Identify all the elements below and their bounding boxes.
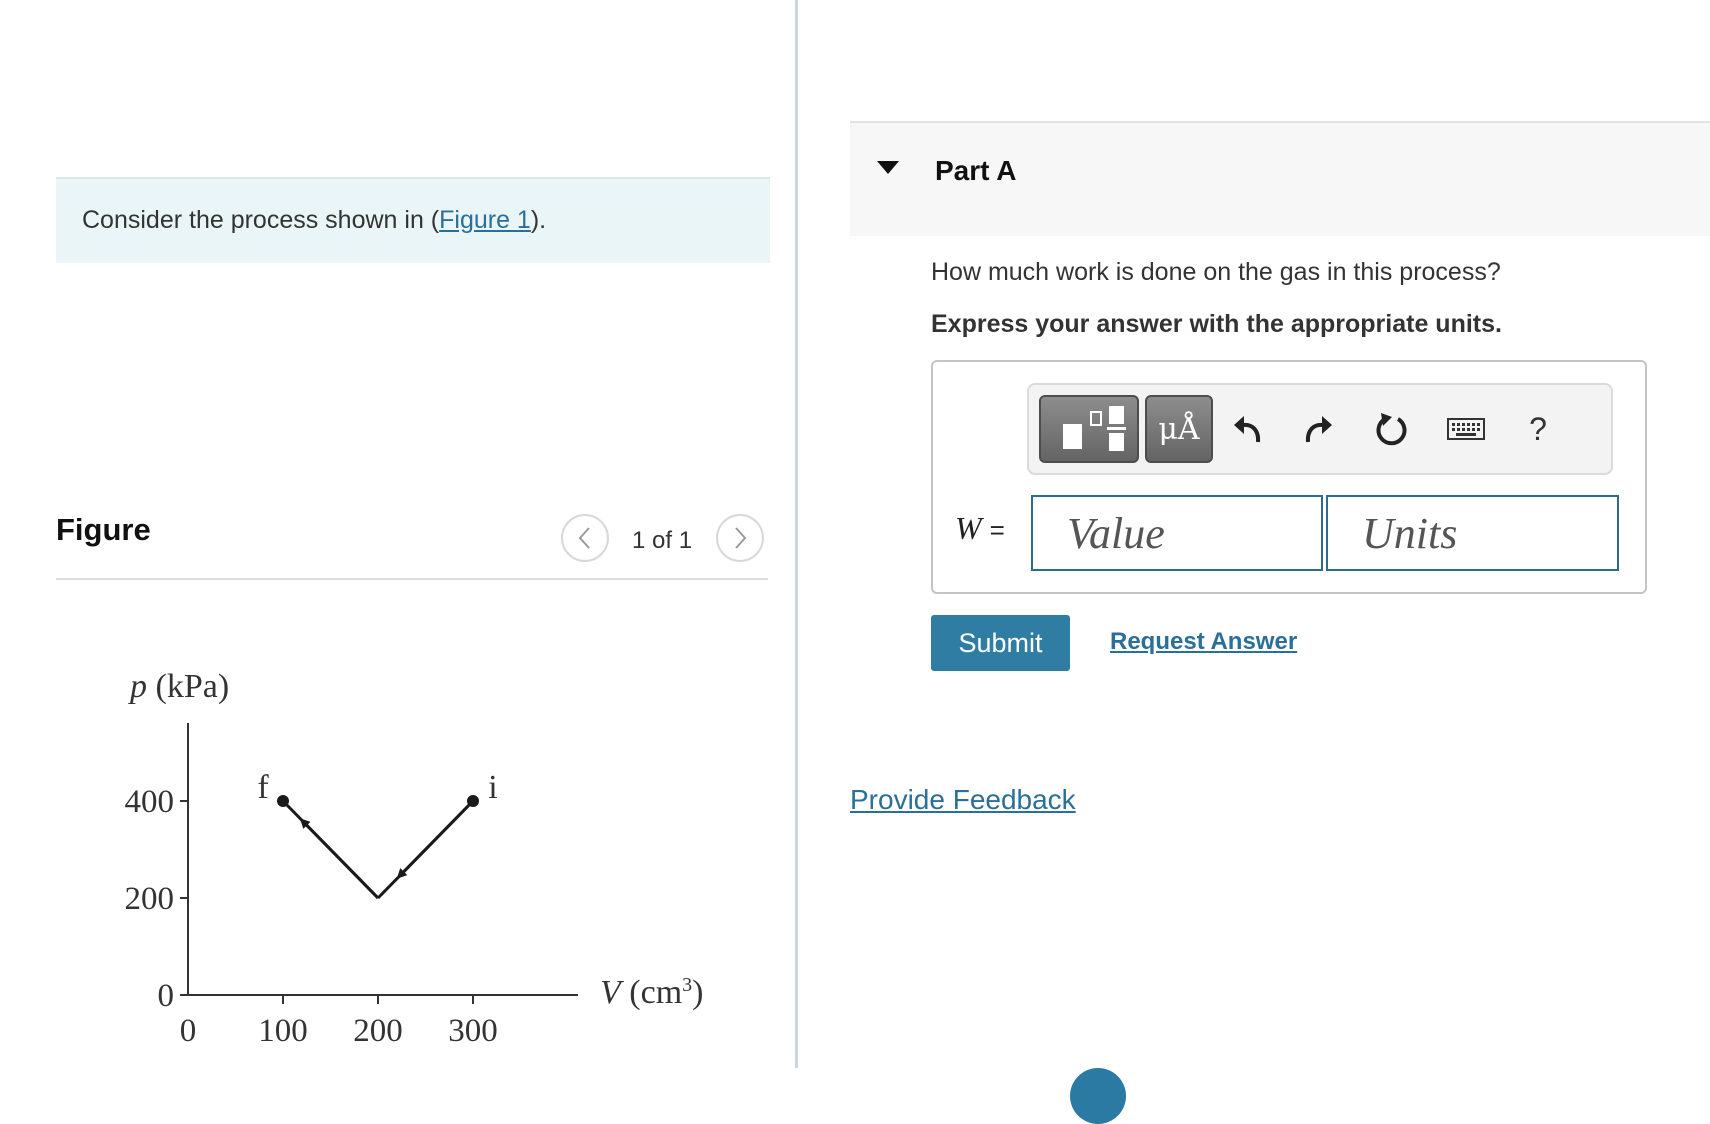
caret-down-icon[interactable] <box>877 161 899 174</box>
figure-title: Figure <box>56 512 151 547</box>
value-input[interactable]: Value <box>1031 495 1323 571</box>
figure-divider <box>56 578 768 580</box>
problem-intro-panel: Consider the process shown in (Figure 1)… <box>56 177 770 263</box>
units-button[interactable]: μÅ <box>1145 395 1213 463</box>
y-axis-label: p (kPa) <box>128 668 229 705</box>
math-toolbar: μÅ ? <box>1027 383 1613 475</box>
y-axis-unit: (kPa) <box>156 668 230 705</box>
x-tick-label: 100 <box>258 1013 308 1049</box>
reset-icon <box>1376 413 1407 446</box>
process-direction-arrow <box>299 818 380 900</box>
y-tick-label: 400 <box>125 784 175 820</box>
pv-diagram-chart: p (kPa) V (cm3) 0 100 200 3000200400 if <box>125 668 704 1049</box>
instruction-text: Express your answer with the appropriate… <box>931 310 1502 338</box>
state-point <box>277 795 289 807</box>
figure-1-link[interactable]: Figure 1 <box>439 206 531 234</box>
submit-button[interactable]: Submit <box>931 615 1070 671</box>
process-direction-arrow <box>396 799 475 879</box>
chevron-right-icon <box>735 527 747 549</box>
y-tick-label: 0 <box>158 978 175 1014</box>
x-tick-label: 300 <box>448 1013 498 1049</box>
answer-variable: W <box>955 510 982 546</box>
x-axis-variable: V <box>600 974 625 1011</box>
state-point-label: i <box>488 769 497 806</box>
next-figure-button[interactable] <box>716 514 764 562</box>
y-tick-label: 200 <box>125 881 175 917</box>
x-axis-exponent: 3 <box>682 974 692 996</box>
templates-button[interactable] <box>1039 395 1139 463</box>
y-axis-variable: p <box>128 668 147 705</box>
answer-variable-label: W = <box>955 510 1005 547</box>
figure-page-counter: 1 of 1 <box>632 527 693 554</box>
panel-divider <box>795 0 798 1068</box>
x-tick-label: 0 <box>180 1013 197 1049</box>
part-a-header[interactable]: Part A <box>850 121 1710 236</box>
intro-suffix: ). <box>530 206 547 234</box>
provide-feedback-link[interactable]: Provide Feedback <box>850 784 1076 816</box>
part-title: Part A <box>935 155 1017 186</box>
units-input[interactable]: Units <box>1326 495 1619 571</box>
undo-icon <box>1234 416 1261 443</box>
question-text: How much work is done on the gas in this… <box>931 258 1501 286</box>
previous-figure-button[interactable] <box>561 514 609 562</box>
request-answer-link[interactable]: Request Answer <box>1110 628 1297 656</box>
keyboard-button[interactable] <box>1442 405 1490 453</box>
state-point <box>467 795 479 807</box>
redo-button[interactable] <box>1293 405 1341 453</box>
undo-button[interactable] <box>1225 405 1273 453</box>
chart-series: if <box>257 769 498 900</box>
intro-prefix: Consider the process shown in ( <box>82 206 440 234</box>
x-tick-label: 200 <box>353 1013 403 1049</box>
chevron-left-icon <box>578 527 590 549</box>
x-axis-label: V (cm3) <box>600 974 703 1011</box>
redo-icon <box>1305 416 1332 443</box>
floating-action-button[interactable] <box>1070 1068 1126 1124</box>
answer-equals: = <box>989 515 1005 545</box>
x-axis-close: ) <box>692 974 703 1011</box>
problem-intro-text: Consider the process shown in (Figure 1)… <box>82 206 546 235</box>
answer-box: μÅ ? W = Value Units <box>931 360 1647 594</box>
reset-button[interactable] <box>1368 405 1416 453</box>
state-point-label: f <box>257 769 269 806</box>
keyboard-icon <box>1447 418 1485 440</box>
chart-ticks: 0 100 200 300 0 200 400 <box>125 784 498 1049</box>
help-button[interactable]: ? <box>1514 405 1562 453</box>
x-axis-unit: (cm <box>629 974 682 1011</box>
templates-icon <box>1063 406 1126 451</box>
